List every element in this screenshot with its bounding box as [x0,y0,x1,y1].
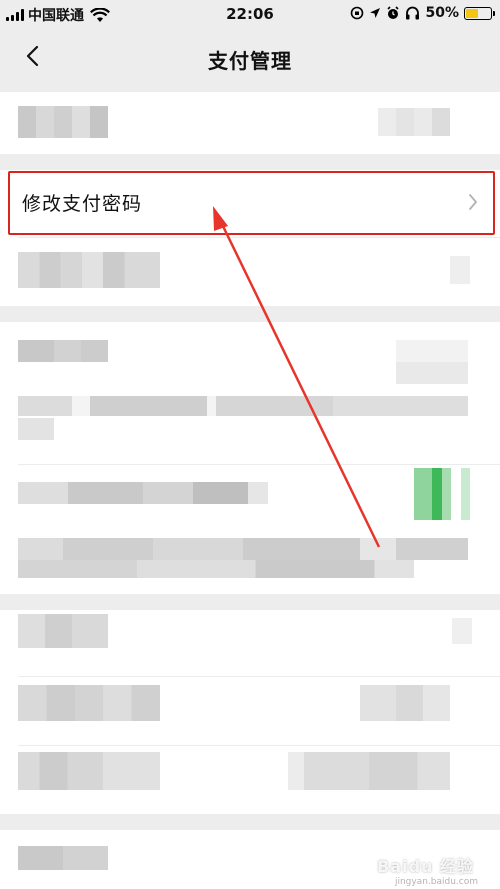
blurred-value [450,256,470,284]
menu-group-1 [0,92,500,154]
location-icon [370,8,381,18]
menu-group-3 [0,322,500,594]
blurred-label [18,252,160,288]
blurred-text [18,560,414,578]
status-right: 50% [350,5,495,21]
blurred-value [360,685,450,721]
watermark-url: jingyan.baidu.com [394,877,478,887]
blurred-label [18,340,108,362]
blurred-text [18,538,468,560]
list-item[interactable] [0,677,500,745]
watermark-logo: Baidu 经验 [377,857,474,876]
blurred-text [18,418,54,440]
list-item[interactable] [0,610,500,676]
blurred-label [18,482,268,504]
menu-group-4 [0,610,500,814]
rotation-lock-icon [351,6,364,20]
blurred-label [18,614,108,648]
list-item[interactable] [0,92,500,154]
blurred-label [18,106,108,138]
blurred-label [18,685,160,721]
headphones-icon [406,6,420,20]
blurred-value [452,618,472,644]
toggle-switch[interactable] [414,468,470,520]
blurred-label [18,846,108,870]
list-item[interactable] [0,238,500,304]
alarm-icon [387,6,400,19]
page-title: 支付管理 [208,49,292,73]
list-item[interactable] [0,746,500,814]
battery-percent: 50% [425,5,459,21]
status-bar: 中国联通 22:06 50% [0,0,500,28]
blurred-label [18,752,160,790]
blurred-text [18,396,468,416]
blurred-value [378,108,450,136]
battery-fill [466,8,478,18]
highlight-box [8,171,495,235]
blurred-value [396,340,468,384]
battery-icon [464,6,495,20]
nav-bar: 支付管理 [0,28,500,86]
divider [18,464,500,465]
blurred-value [288,752,450,790]
